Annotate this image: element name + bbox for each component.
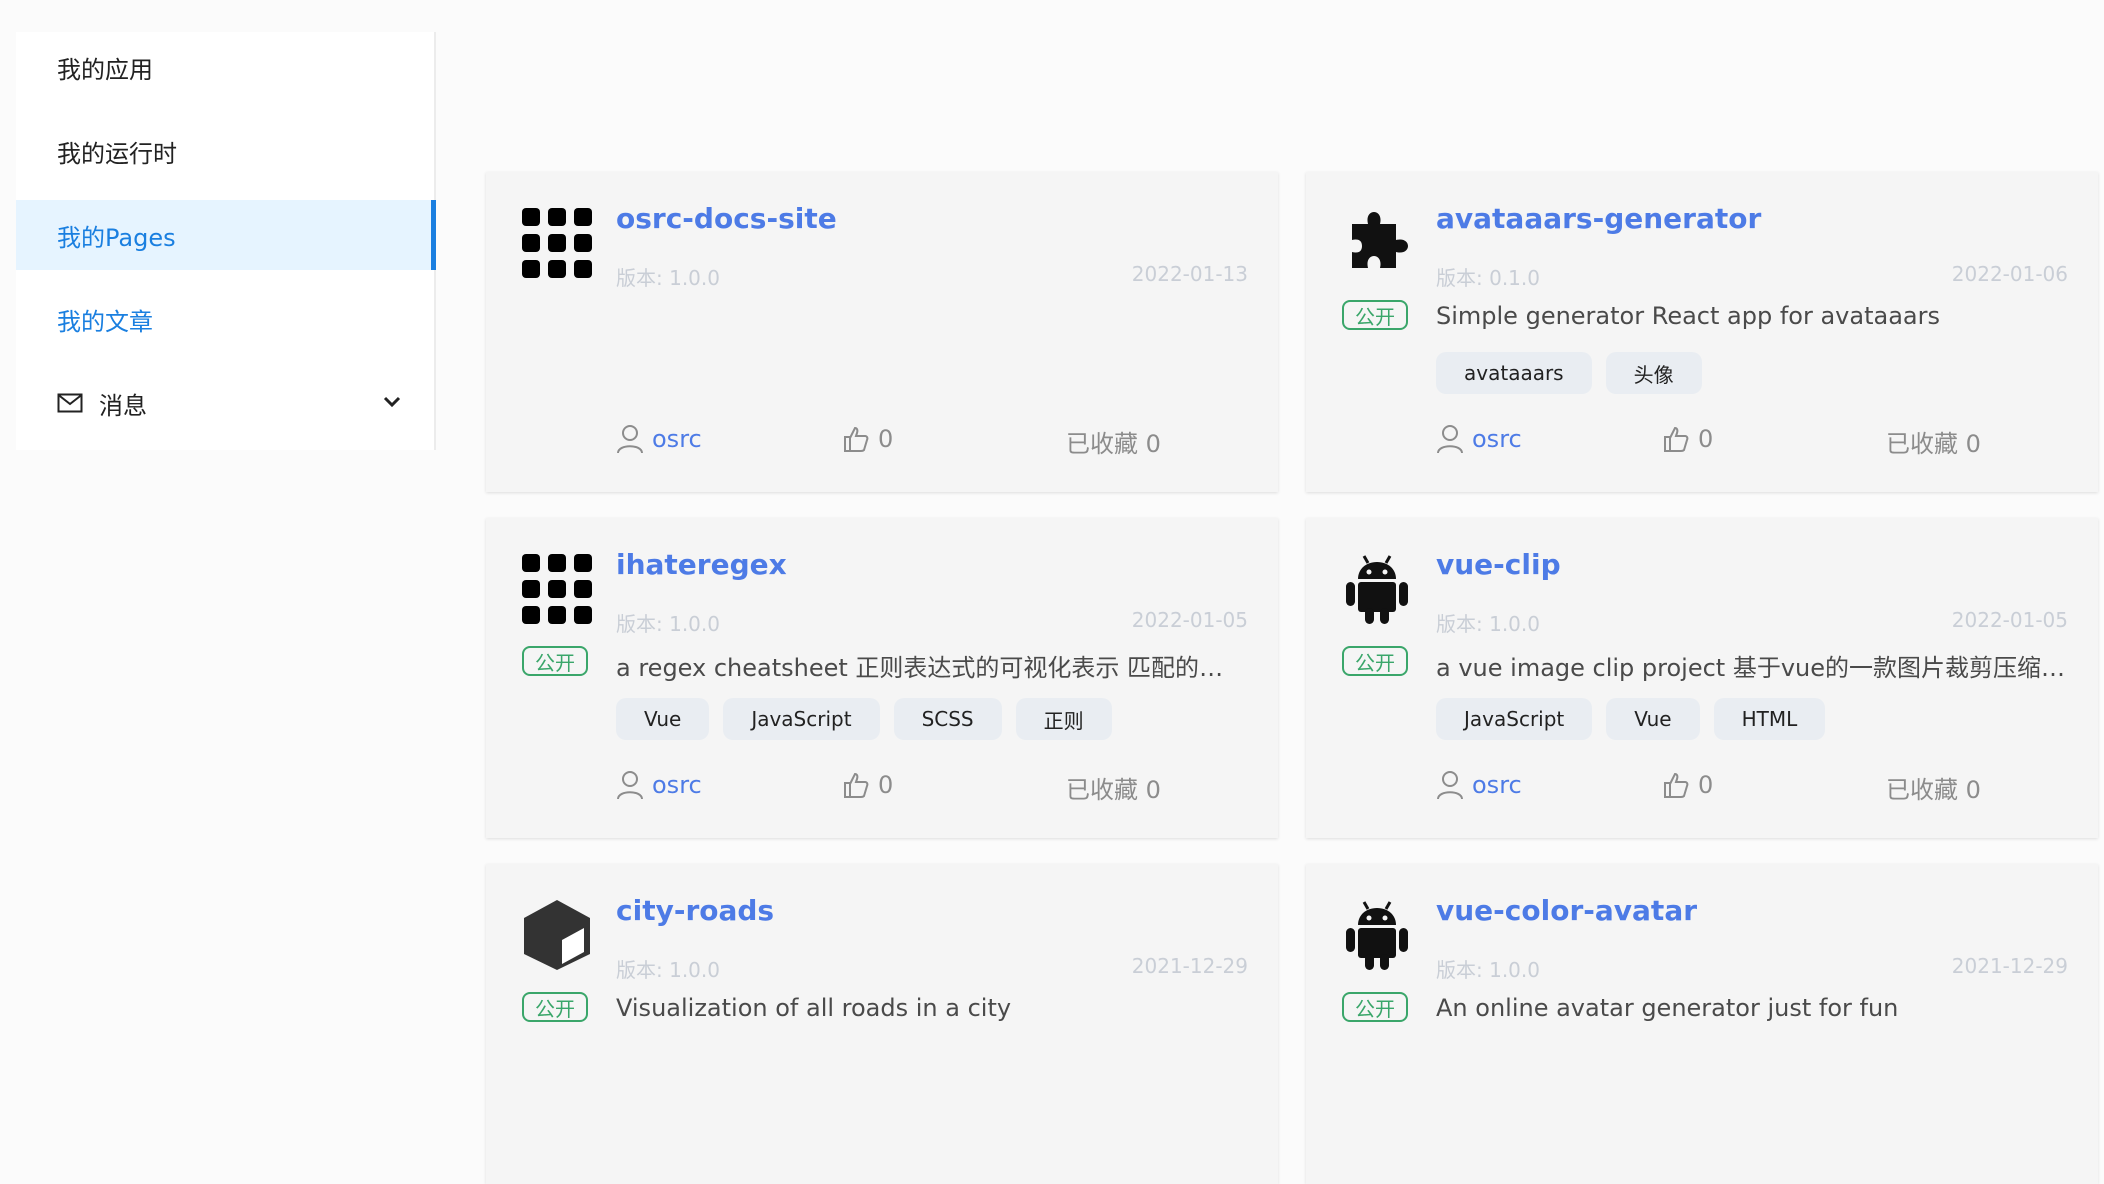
puzzle-icon: [1352, 212, 1408, 268]
card-favorites[interactable]: 已收藏 0: [1886, 424, 1981, 459]
card-likes-count: 0: [878, 425, 894, 453]
sidebar-item-label: 我的应用: [57, 55, 153, 84]
card-description: An online avatar generator just for fun: [1436, 994, 1899, 1022]
card-version: 版本: 1.0.0: [1436, 958, 1540, 982]
tag[interactable]: HTML: [1713, 698, 1826, 740]
app-card[interactable]: osrc-docs-site 版本: 1.0.0 2022-01-13 osrc…: [486, 172, 1278, 492]
card-author-name[interactable]: osrc: [652, 771, 702, 799]
grid-icon: [522, 208, 592, 278]
card-date: 2022-01-05: [1131, 608, 1248, 632]
card-author[interactable]: osrc: [1436, 770, 1522, 800]
card-author[interactable]: osrc: [616, 424, 702, 454]
card-favorites[interactable]: 已收藏 0: [1066, 770, 1161, 805]
public-badge: 公开: [1342, 646, 1408, 676]
android-icon: [1346, 901, 1408, 970]
card-date: 2021-12-29: [1131, 954, 1248, 978]
card-author-name[interactable]: osrc: [1472, 425, 1522, 453]
mail-icon: [57, 393, 83, 413]
card-favorites[interactable]: 已收藏 0: [1886, 770, 1981, 805]
sidebar-item-label: 消息: [99, 391, 147, 420]
card-author-name[interactable]: osrc: [1472, 771, 1522, 799]
tag[interactable]: Vue: [616, 698, 710, 740]
tag[interactable]: JavaScript: [723, 698, 880, 740]
card-description: Simple generator React app for avataaars: [1436, 302, 1940, 330]
sidebar-item-label: 我的Pages: [57, 223, 176, 252]
card-likes[interactable]: 0: [842, 770, 893, 800]
card-tags: avataaars 头像: [1436, 352, 1702, 394]
sidebar-item-my-apps[interactable]: 我的应用: [16, 32, 434, 102]
app-card[interactable]: avataaars-generator 版本: 0.1.0 2022-01-06…: [1306, 172, 2098, 492]
card-author[interactable]: osrc: [616, 770, 702, 800]
user-icon: [617, 771, 643, 800]
card-favorites[interactable]: 已收藏 0: [1066, 424, 1161, 459]
thumbs-up-icon: [844, 772, 869, 798]
card-date: 2022-01-05: [1951, 608, 2068, 632]
card-author-name[interactable]: osrc: [652, 425, 702, 453]
card-description: a vue image clip project 基于vue的一款图片裁剪压缩工…: [1436, 654, 2066, 682]
cube-icon: [524, 900, 590, 970]
card-title[interactable]: ihateregex: [616, 548, 787, 581]
card-version: 版本: 1.0.0: [616, 266, 720, 290]
sidebar-item-my-runtime[interactable]: 我的运行时: [16, 116, 434, 186]
app-card[interactable]: vue-color-avatar 版本: 1.0.0 2021-12-29 公开…: [1306, 864, 2098, 1184]
card-date: 2021-12-29: [1951, 954, 2068, 978]
tag[interactable]: Vue: [1606, 698, 1700, 740]
tag[interactable]: SCSS: [893, 698, 1002, 740]
card-likes-count: 0: [1698, 425, 1714, 453]
card-author[interactable]: osrc: [1436, 424, 1522, 454]
app-card[interactable]: ihateregex 版本: 1.0.0 2022-01-05 公开 a reg…: [486, 518, 1278, 838]
app-card[interactable]: city-roads 版本: 1.0.0 2021-12-29 公开 Visua…: [486, 864, 1278, 1184]
user-icon: [617, 425, 643, 454]
card-date: 2022-01-13: [1131, 262, 1248, 286]
sidebar-item-label: 我的文章: [57, 307, 153, 336]
card-version: 版本: 1.0.0: [616, 612, 720, 636]
android-icon: [1346, 555, 1408, 624]
card-likes-count: 0: [878, 771, 894, 799]
public-badge: 公开: [522, 992, 588, 1022]
card-description: a regex cheatsheet 正则表达式的可视化表示 匹配的字符...: [616, 654, 1246, 682]
thumbs-up-icon: [1664, 426, 1689, 452]
user-icon: [1437, 771, 1463, 800]
card-likes[interactable]: 0: [842, 424, 893, 454]
card-title[interactable]: vue-clip: [1436, 548, 1561, 581]
user-icon: [1437, 425, 1463, 454]
sidebar-item-my-articles[interactable]: 我的文章: [16, 284, 434, 354]
tag[interactable]: avataaars: [1436, 352, 1592, 394]
tag[interactable]: 正则: [1015, 698, 1112, 740]
sidebar-item-my-pages[interactable]: 我的Pages: [16, 200, 436, 270]
tag[interactable]: 头像: [1605, 352, 1702, 394]
card-title[interactable]: avataaars-generator: [1436, 202, 1761, 235]
thumbs-up-icon: [1664, 772, 1689, 798]
public-badge: 公开: [522, 646, 588, 676]
card-title[interactable]: city-roads: [616, 894, 774, 927]
sidebar-item-label: 我的运行时: [57, 139, 177, 168]
card-tags: JavaScript Vue HTML: [1436, 698, 1826, 740]
card-description: Visualization of all roads in a city: [616, 994, 1012, 1022]
tag[interactable]: JavaScript: [1436, 698, 1593, 740]
card-likes-count: 0: [1698, 771, 1714, 799]
grid-icon: [522, 554, 592, 624]
card-version: 版本: 1.0.0: [616, 958, 720, 982]
public-badge: 公开: [1342, 992, 1408, 1022]
card-title[interactable]: osrc-docs-site: [616, 202, 837, 235]
card-tags: Vue JavaScript SCSS 正则: [616, 698, 1112, 740]
thumbs-up-icon: [844, 426, 869, 452]
sidebar: 我的应用 我的运行时 我的Pages 我的文章 消息: [16, 32, 436, 450]
card-version: 版本: 0.1.0: [1436, 266, 1540, 290]
app-card[interactable]: vue-clip 版本: 1.0.0 2022-01-05 公开 a vue i…: [1306, 518, 2098, 838]
card-version: 版本: 1.0.0: [1436, 612, 1540, 636]
card-title[interactable]: vue-color-avatar: [1436, 894, 1697, 927]
card-likes[interactable]: 0: [1662, 770, 1713, 800]
card-likes[interactable]: 0: [1662, 424, 1713, 454]
card-date: 2022-01-06: [1951, 262, 2068, 286]
chevron-down-icon[interactable]: [380, 390, 404, 414]
sidebar-item-messages[interactable]: 消息: [16, 368, 434, 438]
public-badge: 公开: [1342, 300, 1408, 330]
